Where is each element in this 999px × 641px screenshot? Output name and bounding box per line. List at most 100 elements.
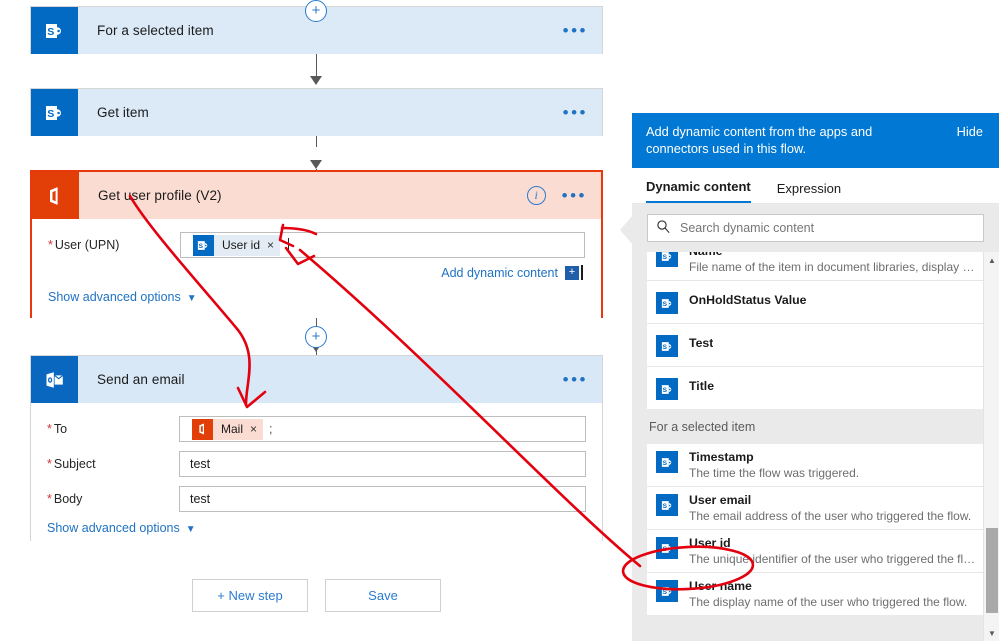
svg-text:S: S xyxy=(662,301,667,308)
sharepoint-icon: S xyxy=(656,494,678,516)
list-item-title: OnHoldStatus Value xyxy=(689,293,807,307)
list-item-title: Test xyxy=(689,336,714,350)
office-icon xyxy=(32,172,79,219)
required-marker: * xyxy=(47,457,52,471)
sharepoint-icon: S xyxy=(656,580,678,602)
list-item-user-id[interactable]: S User id The unique identifier of the u… xyxy=(647,530,984,573)
chevron-down-icon: ▼ xyxy=(185,524,196,535)
sharepoint-icon: S xyxy=(656,378,678,400)
dynamic-content-list[interactable]: S Name File name of the item in document… xyxy=(632,252,999,641)
flow-step-get-user-profile[interactable]: Get user profile (V2) i ••• *User (UPN) xyxy=(30,170,603,318)
connector-arrow-1 xyxy=(310,76,322,85)
step-menu-icon[interactable]: ••• xyxy=(563,104,588,121)
body-input[interactable]: test xyxy=(179,486,586,512)
list-item[interactable]: S Timestamp The time the flow was trigge… xyxy=(647,444,984,487)
step-header[interactable]: Send an email ••• xyxy=(31,356,602,403)
list-item-text: User id The unique identifier of the use… xyxy=(689,535,974,567)
list-item[interactable]: S User email The email address of the us… xyxy=(647,487,984,530)
list-item-text: OnHoldStatus Value xyxy=(689,290,807,311)
close-icon[interactable]: × xyxy=(267,238,274,252)
list-item[interactable]: S OnHoldStatus Value xyxy=(647,281,984,324)
subject-input[interactable]: test xyxy=(179,451,586,477)
svg-text:S: S xyxy=(662,503,667,510)
sharepoint-icon: S xyxy=(656,252,678,267)
close-icon[interactable]: × xyxy=(250,422,257,436)
flow-step-get-item[interactable]: S Get item ••• xyxy=(30,88,603,136)
search-icon xyxy=(656,219,674,237)
new-step-label: + New step xyxy=(217,588,283,603)
scroll-down-icon[interactable]: ▼ xyxy=(984,625,999,641)
list-item[interactable]: S Title xyxy=(647,367,984,409)
dynamic-token-mail[interactable]: Mail × xyxy=(192,418,264,440)
list-scrollbar[interactable]: ▲ ▼ xyxy=(983,252,999,641)
body-value: test xyxy=(190,492,211,506)
sharepoint-icon: S xyxy=(656,451,678,473)
step-header-actions: ••• xyxy=(563,7,588,54)
scrollbar-thumb[interactable] xyxy=(986,528,998,613)
tab-dynamic-content[interactable]: Dynamic content xyxy=(646,179,751,203)
svg-text:S: S xyxy=(199,243,204,250)
insert-step-button-1[interactable]: + xyxy=(305,0,327,22)
step-body: * User (UPN) S User id × Add dynamic con… xyxy=(32,219,601,318)
show-advanced-options-toggle[interactable]: Show advanced options ▼ xyxy=(47,521,586,535)
office-icon xyxy=(192,418,213,440)
save-button[interactable]: Save xyxy=(325,579,441,612)
step-menu-icon[interactable]: ••• xyxy=(563,22,588,39)
step-body: * To Mail × ; * Subject test * Body test… xyxy=(31,403,602,549)
svg-text:S: S xyxy=(662,254,667,261)
step-title: For a selected item xyxy=(97,23,214,38)
info-icon[interactable]: i xyxy=(526,186,546,205)
step-header-actions: i ••• xyxy=(526,172,587,219)
list-item-title: User email xyxy=(689,493,752,507)
list-item-description: The email address of the user who trigge… xyxy=(689,509,972,523)
list-item-title: User name xyxy=(689,579,752,593)
list-item[interactable]: S User name The display name of the user… xyxy=(647,573,984,615)
sharepoint-icon: S xyxy=(193,234,214,256)
field-label: * User (UPN) xyxy=(48,238,120,252)
user-upn-input[interactable]: S User id × xyxy=(180,232,585,258)
required-marker: * xyxy=(48,238,53,252)
search-dynamic-content-input[interactable]: Search dynamic content xyxy=(647,214,984,242)
add-dynamic-content-caret xyxy=(581,265,583,280)
subject-value: test xyxy=(190,457,211,471)
add-dynamic-content-plus-icon[interactable]: + xyxy=(565,265,579,280)
list-item-description: The unique identifier of the user who tr… xyxy=(689,552,974,566)
show-advanced-options-toggle[interactable]: Show advanced options ▼ xyxy=(48,290,585,304)
sharepoint-icon: S xyxy=(31,7,78,54)
field-user-upn: * User (UPN) S User id × xyxy=(48,232,585,258)
list-item-title: User id xyxy=(689,536,731,550)
panel-header-text: Add dynamic content from the apps and co… xyxy=(646,124,873,156)
insert-step-button-2[interactable]: + xyxy=(305,326,327,348)
list-item-description: The time the flow was triggered. xyxy=(689,466,860,480)
new-step-button[interactable]: + New step xyxy=(192,579,308,612)
field-label: * Body xyxy=(47,492,83,506)
svg-text:S: S xyxy=(662,546,667,553)
list-item-text: User name The display name of the user w… xyxy=(689,578,974,610)
step-header[interactable]: Get user profile (V2) i ••• xyxy=(32,172,601,219)
sharepoint-icon: S xyxy=(656,292,678,314)
panel-tabs: Dynamic content Expression xyxy=(632,168,999,204)
scroll-up-icon[interactable]: ▲ xyxy=(984,252,999,268)
add-dynamic-content-link[interactable]: Add dynamic content xyxy=(441,266,558,280)
svg-text:S: S xyxy=(662,344,667,351)
step-title: Send an email xyxy=(97,372,185,387)
flow-step-send-an-email[interactable]: Send an email ••• * To Mail × ; * Subjec… xyxy=(30,355,603,549)
tab-expression[interactable]: Expression xyxy=(777,181,841,203)
token-label: Mail xyxy=(221,422,244,436)
sharepoint-icon: S xyxy=(31,89,78,136)
list-item[interactable]: S Name File name of the item in document… xyxy=(647,252,984,281)
hide-panel-button[interactable]: Hide xyxy=(957,124,983,139)
list-item[interactable]: S Test xyxy=(647,324,984,367)
step-title: Get item xyxy=(97,105,149,120)
step-menu-icon[interactable]: ••• xyxy=(563,371,588,388)
search-placeholder: Search dynamic content xyxy=(680,221,815,235)
to-separator: ; xyxy=(269,422,273,436)
step-header-actions: ••• xyxy=(563,89,588,136)
field-subject: * Subject test xyxy=(47,451,586,477)
step-menu-icon[interactable]: ••• xyxy=(562,187,587,204)
advanced-options-label: Show advanced options xyxy=(47,521,180,535)
to-input[interactable]: Mail × ; xyxy=(179,416,586,442)
svg-text:S: S xyxy=(662,460,667,467)
dynamic-token-user-id[interactable]: S User id × xyxy=(193,234,281,256)
step-header[interactable]: S Get item ••• xyxy=(31,89,602,136)
